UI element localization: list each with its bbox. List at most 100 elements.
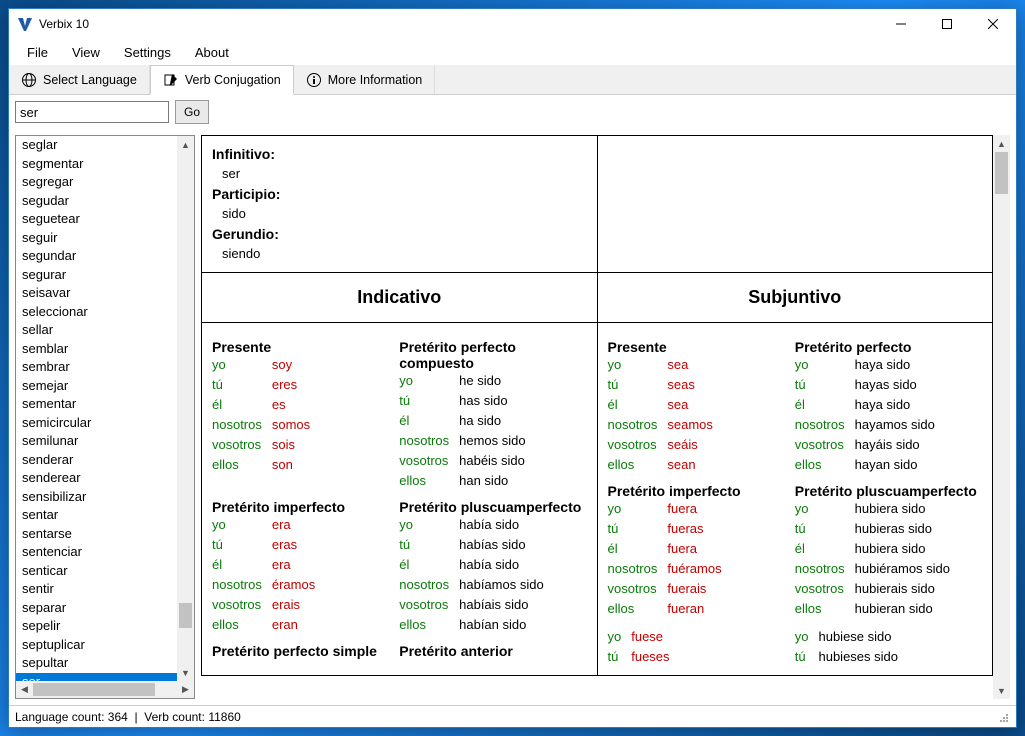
verb-form: habían sido bbox=[459, 615, 544, 635]
list-item[interactable]: semblar bbox=[16, 340, 194, 359]
list-item[interactable]: semejar bbox=[16, 377, 194, 396]
pronoun: yo bbox=[212, 355, 272, 375]
conjugation-panel: Infinitivo: ser Participio: sido Gerundi… bbox=[201, 135, 1010, 699]
verb-form: habíamos sido bbox=[459, 575, 544, 595]
verb-form: fuera bbox=[667, 539, 721, 559]
scroll-up-icon[interactable]: ▲ bbox=[993, 135, 1010, 152]
list-item[interactable]: seglar bbox=[16, 136, 194, 155]
pronoun: vosotros bbox=[399, 595, 459, 615]
verb-form: haya sido bbox=[855, 395, 935, 415]
list-item[interactable]: separar bbox=[16, 599, 194, 618]
list-item[interactable]: sensibilizar bbox=[16, 488, 194, 507]
maximize-button[interactable] bbox=[924, 9, 970, 39]
search-row: Go bbox=[9, 95, 1016, 129]
verb-form: hubierais sido bbox=[855, 579, 950, 599]
statusbar: Language count: 364 | Verb count: 11860 bbox=[9, 705, 1016, 727]
list-item[interactable]: sentenciar bbox=[16, 543, 194, 562]
verb-form: fueran bbox=[667, 599, 721, 619]
scroll-down-icon[interactable]: ▼ bbox=[993, 682, 1010, 699]
list-item[interactable]: seguetear bbox=[16, 210, 194, 229]
verb-form: hubiéramos sido bbox=[855, 559, 950, 579]
list-item[interactable]: sentar bbox=[16, 506, 194, 525]
list-item[interactable]: senticar bbox=[16, 562, 194, 581]
pronoun: vosotros bbox=[795, 435, 855, 455]
menu-settings[interactable]: Settings bbox=[114, 42, 181, 63]
main-area: seglarsegmentarsegregarsegudarseguetears… bbox=[9, 129, 1016, 705]
scroll-right-icon[interactable]: ▶ bbox=[177, 681, 194, 698]
pronoun: él bbox=[608, 539, 668, 559]
list-item[interactable]: sentarse bbox=[16, 525, 194, 544]
pronoun: ellos bbox=[795, 599, 855, 619]
list-item[interactable]: segundar bbox=[16, 247, 194, 266]
pronoun: nosotros bbox=[212, 415, 272, 435]
pronoun: él bbox=[608, 395, 668, 415]
conjugation-vscrollbar[interactable]: ▲ ▼ bbox=[993, 135, 1010, 699]
pronoun: vosotros bbox=[399, 451, 459, 471]
list-item[interactable]: sementar bbox=[16, 395, 194, 414]
window-title: Verbix 10 bbox=[39, 17, 878, 31]
list-item[interactable]: sentir bbox=[16, 580, 194, 599]
pronoun: tú bbox=[399, 391, 459, 411]
list-item[interactable]: sembrar bbox=[16, 358, 194, 377]
pronoun: yo bbox=[608, 355, 668, 375]
tab-select-language[interactable]: Select Language bbox=[9, 65, 150, 94]
pronoun: ellos bbox=[608, 599, 668, 619]
scroll-left-icon[interactable]: ◀ bbox=[16, 681, 33, 698]
resize-grip-icon[interactable] bbox=[996, 710, 1010, 724]
menu-view[interactable]: View bbox=[62, 42, 110, 63]
list-item[interactable]: sellar bbox=[16, 321, 194, 340]
verb-form: hubiese sido bbox=[818, 627, 898, 647]
tab-label: Verb Conjugation bbox=[185, 73, 281, 87]
minimize-button[interactable] bbox=[878, 9, 924, 39]
verb-form: eres bbox=[272, 375, 310, 395]
verblist-hscrollbar[interactable]: ◀ ▶ bbox=[16, 681, 194, 698]
verb-form: sois bbox=[272, 435, 310, 455]
pronoun: tú bbox=[608, 375, 668, 395]
list-item[interactable]: segurar bbox=[16, 266, 194, 285]
verb-form: ha sido bbox=[459, 411, 525, 431]
list-item[interactable]: septuplicar bbox=[16, 636, 194, 655]
verb-search-input[interactable] bbox=[15, 101, 169, 123]
status-text: Language count: 364 | Verb count: 11860 bbox=[15, 710, 241, 724]
pronoun: ellos bbox=[399, 471, 459, 491]
menu-file[interactable]: File bbox=[17, 42, 58, 63]
pronoun: nosotros bbox=[795, 559, 855, 579]
tab-verb-conjugation[interactable]: Verb Conjugation bbox=[150, 65, 294, 95]
list-item[interactable]: semilunar bbox=[16, 432, 194, 451]
list-item[interactable]: seleccionar bbox=[16, 303, 194, 322]
list-item[interactable]: semicircular bbox=[16, 414, 194, 433]
menu-about[interactable]: About bbox=[185, 42, 239, 63]
list-item[interactable]: sepelir bbox=[16, 617, 194, 636]
list-item[interactable]: sepultar bbox=[16, 654, 194, 673]
close-button[interactable] bbox=[970, 9, 1016, 39]
list-item[interactable]: senderear bbox=[16, 469, 194, 488]
verb-form: eras bbox=[272, 535, 315, 555]
pronoun: tú bbox=[399, 535, 459, 555]
info-icon bbox=[306, 72, 322, 88]
verb-form: haya sido bbox=[855, 355, 935, 375]
pronoun: tú bbox=[608, 519, 668, 539]
scroll-down-icon[interactable]: ▼ bbox=[177, 664, 194, 681]
list-item[interactable]: segregar bbox=[16, 173, 194, 192]
scroll-up-icon[interactable]: ▲ bbox=[177, 136, 194, 153]
verb-form: fuese bbox=[631, 627, 669, 647]
pronoun: nosotros bbox=[399, 575, 459, 595]
verb-form: han sido bbox=[459, 471, 525, 491]
tabbar: Select Language Verb Conjugation More In… bbox=[9, 65, 1016, 95]
tense-title: Pretérito pluscuamperfecto bbox=[399, 499, 586, 515]
verb-form: había sido bbox=[459, 555, 544, 575]
verb-list: seglarsegmentarsegregarsegudarseguetears… bbox=[15, 135, 195, 699]
list-item[interactable]: seisavar bbox=[16, 284, 194, 303]
verb-form: fuéramos bbox=[667, 559, 721, 579]
go-button[interactable]: Go bbox=[175, 100, 209, 124]
app-window: Verbix 10 File View Settings About Selec… bbox=[8, 8, 1017, 728]
list-item[interactable]: segudar bbox=[16, 192, 194, 211]
list-item[interactable]: senderar bbox=[16, 451, 194, 470]
tab-more-info[interactable]: More Information bbox=[294, 65, 435, 94]
list-item[interactable]: seguir bbox=[16, 229, 194, 248]
pronoun: ellos bbox=[608, 455, 668, 475]
list-item[interactable]: segmentar bbox=[16, 155, 194, 174]
verblist-vscrollbar[interactable]: ▲ ▼ bbox=[177, 136, 194, 681]
pronoun: él bbox=[399, 411, 459, 431]
pronoun: ellos bbox=[212, 615, 272, 635]
